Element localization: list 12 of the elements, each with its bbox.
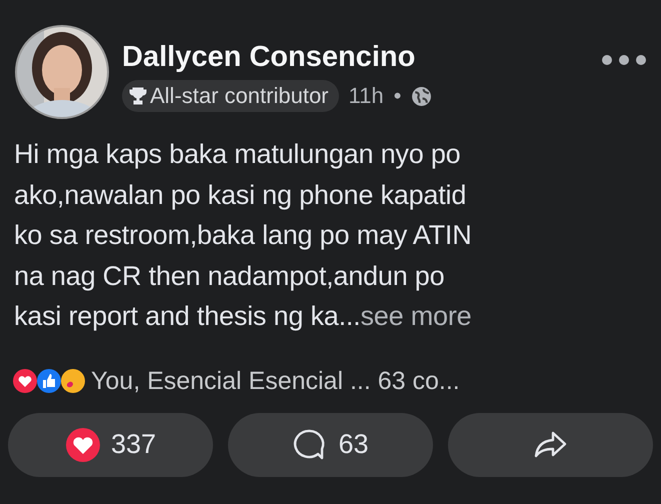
react-button[interactable]: 337 bbox=[8, 412, 213, 476]
comment-button[interactable]: 63 bbox=[228, 412, 433, 476]
author-name[interactable]: Dallycen Consencino bbox=[122, 40, 601, 74]
see-more-link[interactable]: see more bbox=[360, 301, 472, 331]
post-time[interactable]: 11h bbox=[348, 83, 384, 109]
post-text: Hi mga kaps baka matulungan nyo po ako,nawalan po kasi ng phone kapatid ko sa restroom,baka lang po may ATIN na nag CR then nadampot,andun po kasi report and thesis ng ka...see more bbox=[13, 138, 473, 333]
more-icon[interactable] bbox=[601, 54, 647, 66]
reactions-summary[interactable]: You, Esencial Esencial ... 63 co... bbox=[91, 366, 460, 396]
separator: • bbox=[394, 83, 402, 109]
trophy-icon bbox=[128, 86, 148, 106]
globe-icon bbox=[411, 86, 432, 106]
contributor-badge: All-star contributor bbox=[122, 80, 339, 112]
